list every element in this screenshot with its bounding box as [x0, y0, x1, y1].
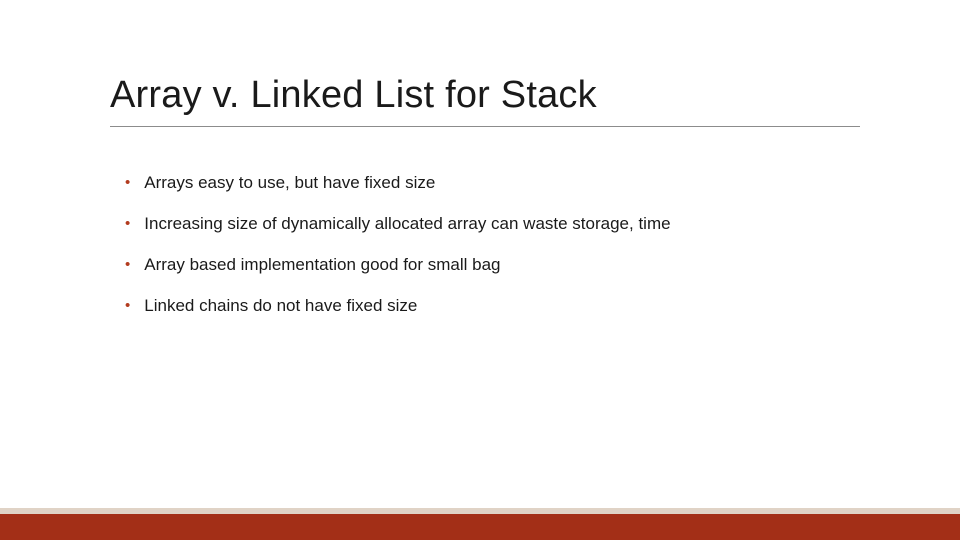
bullet-text: Increasing size of dynamically allocated… — [144, 213, 670, 235]
bullet-text: Linked chains do not have fixed size — [144, 295, 417, 317]
slide-title: Array v. Linked List for Stack — [110, 74, 597, 117]
bullet-icon: • — [125, 213, 130, 235]
bullet-icon: • — [125, 254, 130, 276]
bullet-text: Array based implementation good for smal… — [144, 254, 500, 276]
bullet-icon: • — [125, 172, 130, 194]
list-item: • Increasing size of dynamically allocat… — [125, 213, 845, 235]
footer-bar — [0, 508, 960, 540]
title-underline — [110, 126, 860, 127]
slide: Array v. Linked List for Stack • Arrays … — [0, 0, 960, 540]
bullet-icon: • — [125, 295, 130, 317]
list-item: • Linked chains do not have fixed size — [125, 295, 845, 317]
footer-accent-dark — [0, 514, 960, 540]
list-item: • Array based implementation good for sm… — [125, 254, 845, 276]
bullet-text: Arrays easy to use, but have fixed size — [144, 172, 435, 194]
list-item: • Arrays easy to use, but have fixed siz… — [125, 172, 845, 194]
bullet-list: • Arrays easy to use, but have fixed siz… — [125, 172, 845, 336]
